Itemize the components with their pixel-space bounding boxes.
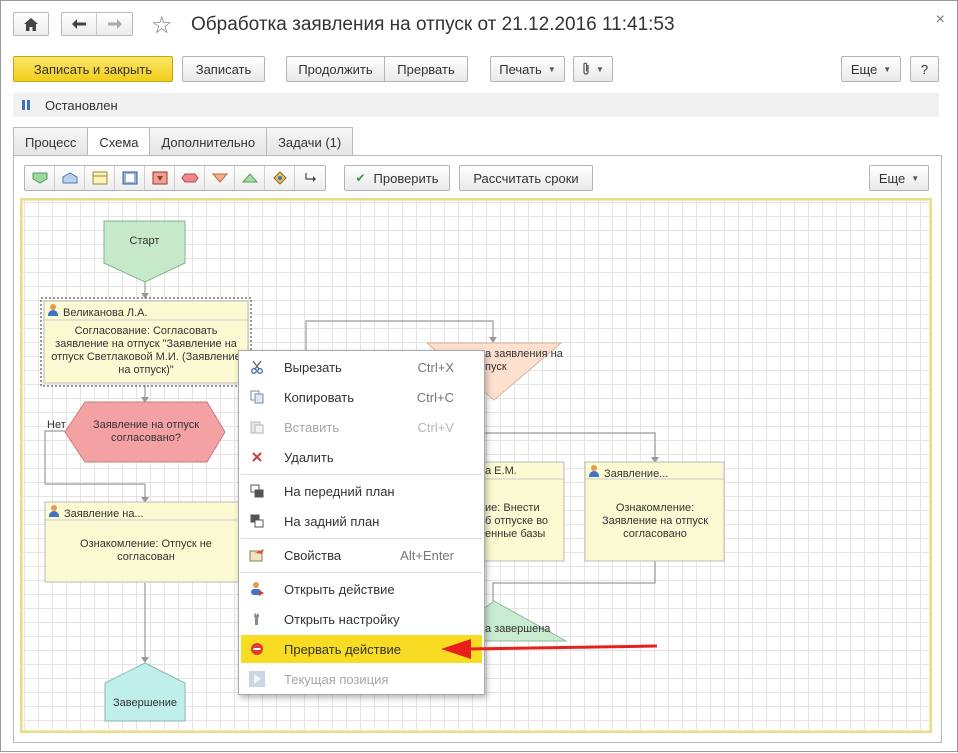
form-window: ☆ Обработка заявления на отпуск от 21.12… bbox=[0, 0, 958, 752]
annotation-arrow bbox=[441, 639, 658, 659]
